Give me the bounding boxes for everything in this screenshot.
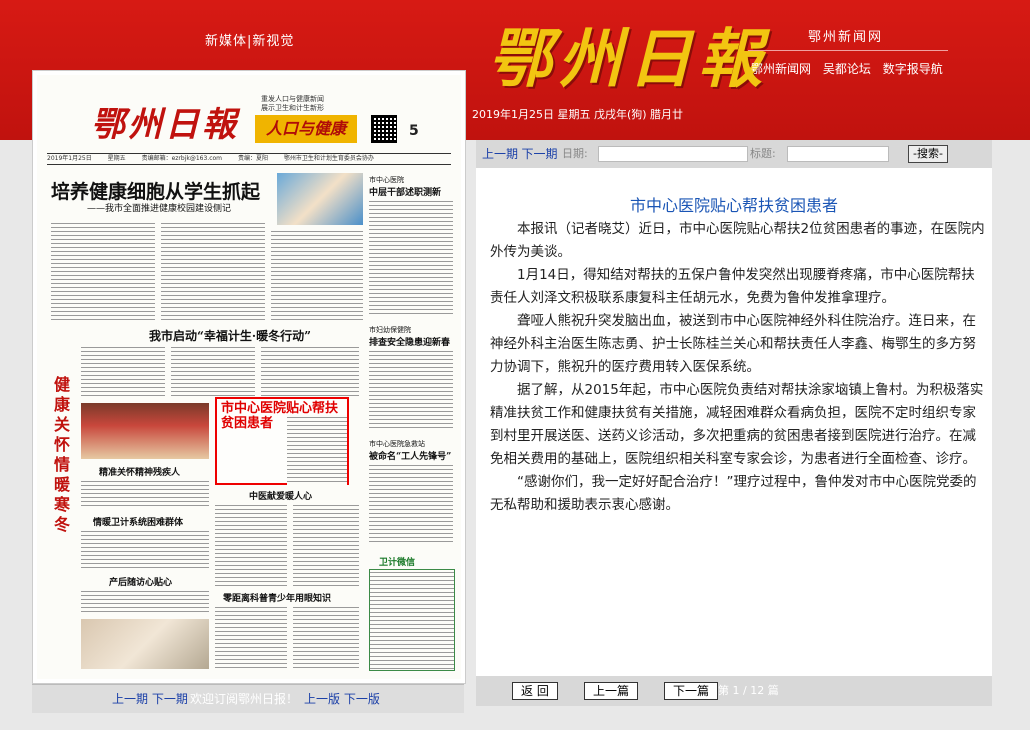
sub-headline[interactable]: 精准关怀精神残疾人 bbox=[99, 465, 180, 478]
title-label: 标题: bbox=[750, 147, 776, 160]
header-slogan: 新媒体|新视觉 bbox=[205, 34, 295, 49]
header-divider bbox=[748, 50, 948, 51]
prev-page-link[interactable]: 上一版 bbox=[304, 692, 340, 706]
sub-headline[interactable]: 情暖卫计系统困难群体 bbox=[93, 515, 183, 528]
vertical-slogan: 健康关怀 情暖寒冬 bbox=[53, 375, 70, 534]
newspaper-page-panel: 鄂州日報 重发人口与健康新闻 展示卫生和计生新形 人口与健康 5 2019年1月… bbox=[32, 70, 466, 684]
article-body: 本报讯（记者晓艾）近日，市中心医院贴心帮扶2位贫困患者的事迹，在医院内外传为美谈… bbox=[490, 218, 986, 517]
article-text-block bbox=[81, 529, 209, 569]
info-date: 2019年1月25日 bbox=[47, 155, 92, 162]
article-paragraph: 本报讯（记者晓艾）近日，市中心医院贴心帮扶2位贫困患者的事迹，在医院内外传为美谈… bbox=[490, 221, 985, 260]
page-number: 5 bbox=[409, 123, 419, 139]
search-button[interactable]: -搜索- bbox=[908, 145, 948, 163]
header-links: 鄂州新闻网 吴都论坛 数字报导航 bbox=[751, 60, 951, 77]
next-issue-link[interactable]: 下一期 bbox=[152, 692, 188, 706]
article-text-block bbox=[369, 349, 453, 429]
subscribe-notice: 欢迎订阅鄂州日报！ bbox=[190, 692, 299, 706]
article-panel: 市中心医院贴心帮扶贫困患者 本报讯（记者晓艾）近日，市中心医院贴心帮扶2位贫困患… bbox=[476, 168, 992, 676]
article-text-block bbox=[161, 221, 265, 321]
article-text-block bbox=[51, 221, 155, 321]
article-text-block bbox=[81, 479, 209, 509]
article-text-block bbox=[369, 199, 453, 317]
sub-headline[interactable]: 零距离科普青少年用眼知识 bbox=[223, 591, 331, 604]
info-weekday: 星期五 bbox=[107, 155, 126, 162]
info-editor: 责编：夏阳 bbox=[237, 155, 268, 162]
article-paragraph: 1月14日，得知结对帮扶的五保户鲁仲发突然出现腰脊疼痛，市中心医院帮扶责任人刘泽… bbox=[490, 267, 975, 306]
newspaper-page-image[interactable]: 鄂州日報 重发人口与健康新闻 展示卫生和计生新形 人口与健康 5 2019年1月… bbox=[37, 75, 461, 679]
column-kicker: 市中心医院急救站 bbox=[369, 440, 425, 448]
article-text-block bbox=[271, 229, 363, 321]
main-subheadline: ——我市全面推进健康校园建设侧记 bbox=[87, 204, 232, 214]
prev-issue-link[interactable]: 上一期 bbox=[112, 692, 148, 706]
section-tagline: 重发人口与健康新闻 展示卫生和计生新形 bbox=[261, 95, 324, 112]
wechat-box bbox=[369, 569, 455, 671]
prev-article-button[interactable]: 上一篇 bbox=[584, 682, 639, 700]
site-logo[interactable]: 鄂州日報 bbox=[488, 8, 768, 100]
article-navigation-bar: 返 回 上一篇 下一篇 第 1 / 12 篇 bbox=[476, 676, 992, 706]
article-text-block bbox=[215, 605, 287, 671]
article-paragraph: 据了解，从2015年起，市中心医院负责结对帮扶涂家垴镇上鲁村。为积极落实精准扶贫… bbox=[490, 382, 984, 467]
link-digital-nav[interactable]: 数字报导航 bbox=[883, 62, 943, 76]
article-text-block bbox=[293, 605, 359, 671]
search-next-issue-link[interactable]: 下一期 bbox=[522, 147, 558, 161]
article-paragraph: “感谢你们，我一定好好配合治疗！”理疗过程中，鲁仲发对市中心医院党委的无私帮助和… bbox=[490, 474, 977, 513]
headline-warm-winter[interactable]: 我市启动“幸福计生·暖冬行动” bbox=[149, 327, 311, 344]
article-text-block bbox=[81, 589, 209, 615]
article-text-block bbox=[287, 415, 347, 485]
column-headline[interactable]: 排查安全隐患迎新春 bbox=[369, 335, 450, 348]
link-forum[interactable]: 吴都论坛 bbox=[823, 62, 871, 76]
article-text-block bbox=[293, 503, 359, 587]
article-text-block bbox=[261, 345, 359, 399]
page-navigation-bar: 上一期 下一期 欢迎订阅鄂州日报！ 上一版 下一版 bbox=[32, 684, 464, 713]
info-email: 责编邮箱：ezrbjk@163.com bbox=[141, 155, 223, 162]
article-text-block bbox=[215, 503, 287, 587]
sub-headline[interactable]: 中医献爱暖人心 bbox=[249, 489, 312, 502]
link-news-site[interactable]: 鄂州新闻网 bbox=[751, 62, 811, 76]
column-kicker: 市妇幼保健院 bbox=[369, 326, 411, 334]
article-text-block bbox=[81, 345, 165, 399]
main-headline[interactable]: 培养健康细胞从学生抓起 bbox=[51, 177, 260, 204]
qr-code-icon bbox=[371, 115, 397, 143]
issue-date: 2019年1月25日 星期五 戊戌年(狗) 腊月廿 bbox=[472, 108, 684, 121]
clinic-photo bbox=[81, 619, 209, 669]
next-article-button[interactable]: 下一篇 bbox=[664, 682, 719, 700]
article-pager: 第 1 / 12 篇 bbox=[718, 684, 779, 697]
date-input[interactable] bbox=[598, 146, 748, 162]
back-button[interactable]: 返 回 bbox=[512, 682, 558, 700]
next-page-link[interactable]: 下一版 bbox=[344, 692, 380, 706]
site-name[interactable]: 鄂州新闻网 bbox=[808, 26, 883, 45]
article-text-block bbox=[171, 345, 255, 399]
article-paragraph: 聋哑人熊祝升突发脑出血，被送到市中心医院神经外科住院治疗。连日来，在神经外科主治… bbox=[490, 313, 976, 375]
wechat-box-title: 卫计微信 bbox=[379, 558, 416, 568]
search-prev-issue-link[interactable]: 上一期 bbox=[482, 147, 518, 161]
search-bar: 上一期 下一期 日期: 标题: -搜索- bbox=[476, 140, 992, 168]
page-info-bar: 2019年1月25日 星期五 责编邮箱：ezrbjk@163.com 责编：夏阳… bbox=[47, 153, 451, 165]
column-headline[interactable]: 中层干部述职测新 bbox=[369, 185, 441, 198]
section-badge: 人口与健康 bbox=[255, 115, 357, 143]
sub-headline[interactable]: 产后随访心贴心 bbox=[109, 575, 172, 588]
students-photo bbox=[277, 173, 363, 225]
info-sponsor: 鄂州市卫生和计划生育委员会协办 bbox=[283, 155, 374, 162]
column-headline[interactable]: 被命名“工人先锋号” bbox=[369, 449, 451, 462]
title-search-input[interactable] bbox=[787, 146, 889, 162]
event-photo bbox=[81, 403, 209, 459]
article-text-block bbox=[369, 463, 453, 543]
article-title: 市中心医院贴心帮扶贫困患者 bbox=[629, 196, 838, 215]
column-kicker: 市中心医院 bbox=[369, 176, 404, 184]
page-masthead: 鄂州日報 bbox=[91, 105, 239, 145]
date-label: 日期: bbox=[562, 147, 588, 160]
